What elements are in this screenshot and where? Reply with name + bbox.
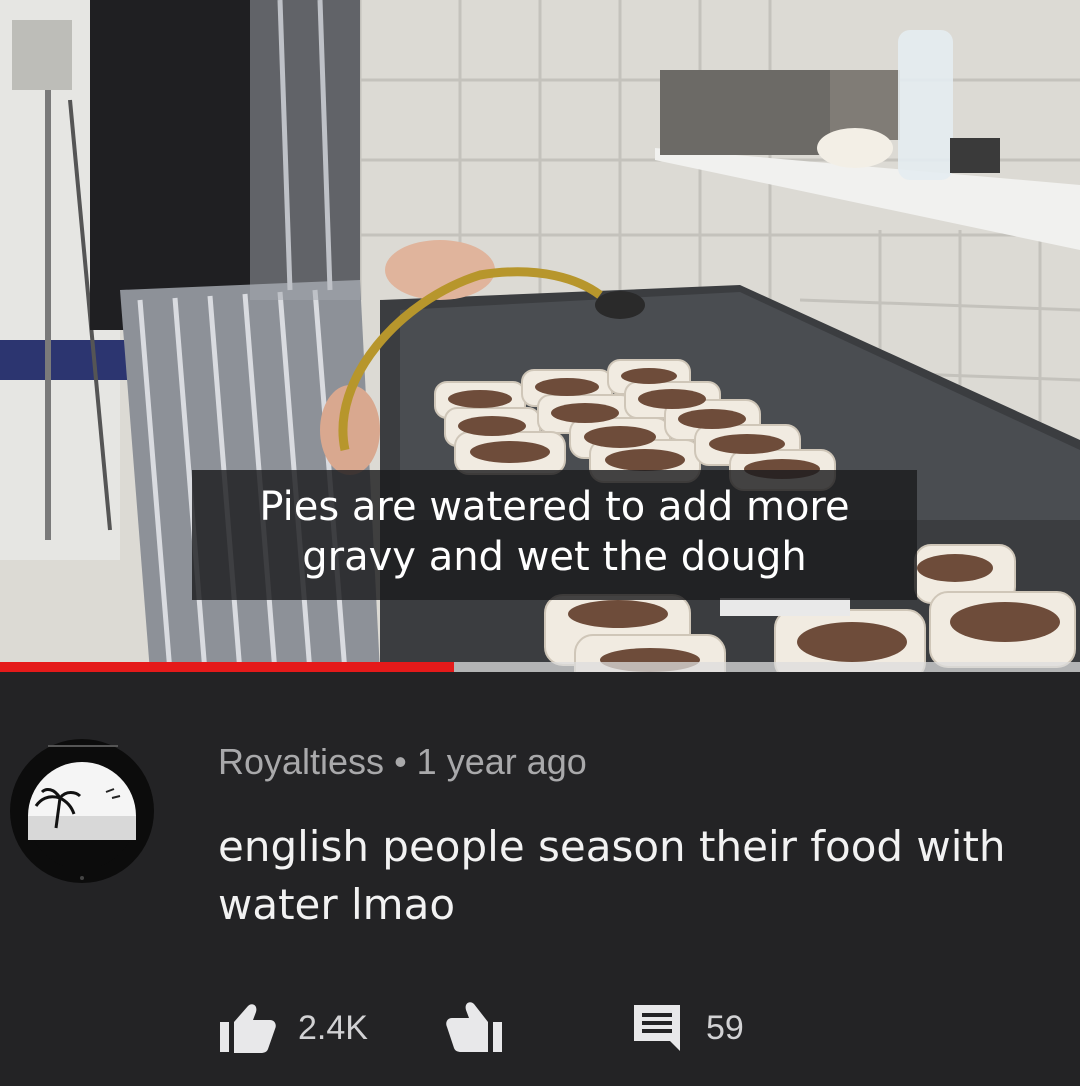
caption-line-2: gravy and wet the dough [302,534,807,580]
meta-separator: • [394,741,407,782]
palm-tree-avatar[interactable] [8,736,156,886]
like-count: 2.4K [298,1008,368,1047]
caption-line-1: Pies are watered to add more [259,484,850,530]
comment-author[interactable]: Royaltiess [218,741,384,782]
comment-icon [630,1001,684,1055]
comment-actions: 2.4K 59 [218,998,744,1058]
comment-body: english people season their food with wa… [218,822,1006,929]
thumbs-down-icon [442,1000,504,1056]
comment-item: Royaltiess • 1 year ago english people sea… [0,672,1080,1086]
comment-timestamp: 1 year ago [416,741,587,782]
video-progress-fill [0,662,454,672]
dislike-button[interactable] [442,1000,504,1056]
reply-button[interactable]: 59 [630,1001,744,1055]
like-button[interactable]: 2.4K [218,1002,368,1054]
video-player[interactable]: Pies are watered to add more gravy and w… [0,0,1080,672]
video-caption: Pies are watered to add more gravy and w… [192,470,917,600]
video-progress-bar[interactable] [0,662,1080,672]
thumbs-up-icon [218,1002,278,1054]
reply-count: 59 [705,1008,744,1047]
comment-meta: Royaltiess • 1 year ago [218,738,587,786]
